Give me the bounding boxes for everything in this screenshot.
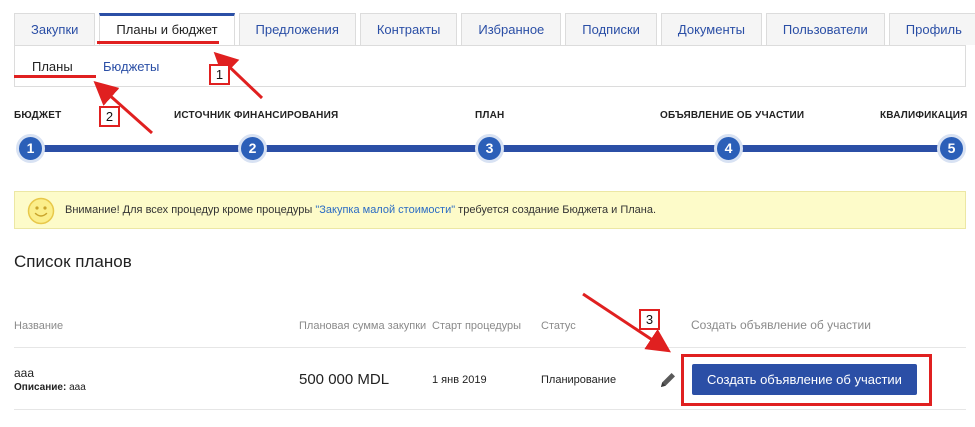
tab-favorites[interactable]: Избранное bbox=[461, 13, 562, 45]
step-1[interactable]: 1 bbox=[16, 134, 45, 163]
plan-start-date: 1 янв 2019 bbox=[432, 374, 487, 386]
plan-description-label: Описание: bbox=[14, 382, 67, 393]
step-label-qualification: КВАЛИФИКАЦИЯ bbox=[880, 110, 968, 121]
tab-subscriptions[interactable]: Подписки bbox=[565, 13, 657, 45]
plan-name: aaa bbox=[14, 366, 35, 380]
annotation-underline-plans-budget-tab bbox=[97, 41, 219, 44]
column-header-status: Статус bbox=[541, 320, 576, 332]
step-label-budget: БЮДЖЕТ bbox=[14, 110, 62, 121]
step-5[interactable]: 5 bbox=[937, 134, 966, 163]
smiley-icon bbox=[27, 197, 55, 225]
column-header-name: Название bbox=[14, 320, 64, 332]
subtab-plans[interactable]: Планы bbox=[32, 59, 73, 74]
edit-pencil-icon[interactable] bbox=[658, 370, 678, 390]
step-label-participation-notice: ОБЪЯВЛЕНИЕ ОБ УЧАСТИИ bbox=[660, 110, 805, 121]
annotation-underline-plans-subtab bbox=[14, 75, 96, 78]
step-3[interactable]: 3 bbox=[475, 134, 504, 163]
notice-message: Внимание! Для всех процедур кроме процед… bbox=[65, 204, 656, 216]
table-row-divider bbox=[14, 409, 966, 410]
annotation-badge-2: 2 bbox=[99, 106, 120, 127]
notice-prefix: Внимание! Для всех процедур кроме процед… bbox=[65, 204, 316, 216]
column-header-start: Старт процедуры bbox=[432, 320, 522, 332]
warning-notice: Внимание! Для всех процедур кроме процед… bbox=[14, 191, 966, 229]
annotation-badge-1: 1 bbox=[209, 64, 230, 85]
column-header-amount: Плановая сумма закупки bbox=[299, 320, 427, 332]
step-label-funding-source: ИСТОЧНИК ФИНАНСИРОВАНИЯ bbox=[174, 110, 339, 121]
step-4[interactable]: 4 bbox=[714, 134, 743, 163]
step-label-plan: ПЛАН bbox=[475, 110, 505, 121]
tab-users[interactable]: Пользователи bbox=[765, 13, 885, 45]
table-header-divider bbox=[14, 347, 966, 348]
tab-offers[interactable]: Предложения bbox=[238, 13, 356, 45]
tab-contracts[interactable]: Контракты bbox=[359, 13, 458, 45]
tab-profile[interactable]: Профиль bbox=[888, 13, 975, 45]
plans-list-title: Список планов bbox=[14, 252, 132, 271]
tab-purchases[interactable]: Закупки bbox=[14, 13, 96, 45]
column-header-create: Создать объявление об участии bbox=[691, 318, 871, 332]
subtab-budgets[interactable]: Бюджеты bbox=[103, 59, 159, 74]
plan-description-value: aaa bbox=[69, 382, 86, 393]
step-2[interactable]: 2 bbox=[238, 134, 267, 163]
plan-description: Описание: aaa bbox=[14, 382, 86, 393]
plan-status: Планирование bbox=[541, 374, 617, 386]
annotation-badge-3: 3 bbox=[639, 309, 660, 330]
notice-suffix: требуется создание Бюджета и Плана. bbox=[455, 204, 657, 216]
subtab-bar: Планы Бюджеты bbox=[14, 45, 966, 87]
notice-link[interactable]: "Закупка малой стоимости" bbox=[315, 204, 455, 216]
plan-amount: 500 000 MDL bbox=[299, 371, 390, 388]
tab-documents[interactable]: Документы bbox=[660, 13, 762, 45]
annotation-box-create-button bbox=[681, 354, 932, 406]
